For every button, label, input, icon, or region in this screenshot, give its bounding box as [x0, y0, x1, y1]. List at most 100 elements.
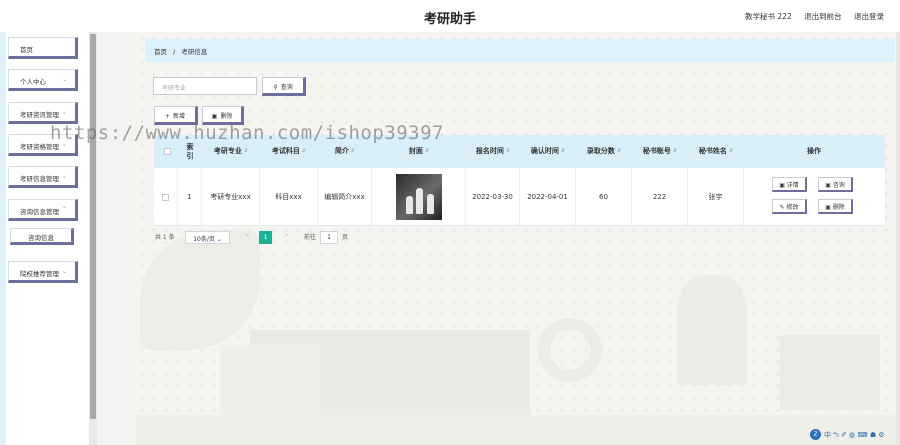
- consult-icon: ▣: [825, 182, 831, 189]
- sidebar-item-label: 考研资讯管理: [20, 111, 59, 119]
- header-cover[interactable]: 封面 ⇵: [372, 135, 466, 168]
- edit-button[interactable]: ✎ 修改: [772, 199, 807, 214]
- cell-cover: [372, 168, 466, 226]
- prev-page-button[interactable]: <: [245, 232, 250, 239]
- header-label: 考试科目: [271, 147, 300, 155]
- header-label: 简介: [334, 147, 349, 155]
- consult-button-label: 咨询: [832, 182, 845, 189]
- cell-intro: 编辑简介xxx: [318, 168, 372, 226]
- chevron-up-icon: ⌃: [61, 206, 67, 213]
- header-intro[interactable]: 简介 ⇵: [318, 135, 372, 168]
- sort-icon[interactable]: ⇵: [244, 147, 248, 156]
- header-confirm-time[interactable]: 确认时间 ⇵: [520, 135, 576, 168]
- add-button[interactable]: + 新增: [154, 106, 198, 125]
- ime-logo-icon: Z: [810, 429, 821, 440]
- page-size-select[interactable]: 10条/页 ⌄: [185, 231, 230, 244]
- sidebar-scroll-thumb[interactable]: [90, 34, 96, 419]
- sidebar-item-news-management[interactable]: 考研资讯管理 ⌄: [8, 102, 78, 124]
- header-select-all[interactable]: [156, 135, 178, 168]
- chevron-down-icon: ⌄: [61, 141, 67, 148]
- sidebar-item-label: 考研信息管理: [20, 175, 59, 183]
- sidebar-item-home[interactable]: 首页: [8, 37, 78, 59]
- chess-piece-icon: [426, 194, 434, 214]
- add-button-label: 新增: [173, 113, 186, 120]
- sidebar-item-label: 咨询信息管理: [20, 208, 59, 216]
- breadcrumb-current: 考研信息: [181, 48, 208, 56]
- chevron-down-icon: ⌄: [216, 236, 222, 243]
- sidebar-item-consult-management[interactable]: 咨询信息管理 ⌃: [8, 199, 78, 221]
- sort-icon[interactable]: ⇵: [506, 147, 510, 156]
- sidebar-item-info-management[interactable]: 考研信息管理 ⌄: [8, 166, 78, 188]
- sort-icon[interactable]: ⇵: [617, 147, 621, 156]
- top-header: 考研助手 教学秘书 222 退出到前台 退出登录: [0, 0, 900, 32]
- data-table: 索引 考研专业 ⇵ 考试科目 ⇵ 简介 ⇵ 封面 ⇵ 报名时间 ⇵ 确认时间 ⇵ 录取分数 ⇵…: [154, 135, 885, 226]
- breadcrumb-home[interactable]: 首页: [154, 48, 167, 56]
- cell-secretary-name: 张宇: [688, 168, 744, 226]
- sort-icon[interactable]: ⇵: [425, 147, 429, 156]
- header-subject[interactable]: 考试科目 ⇵: [260, 135, 318, 168]
- ime-toolbar[interactable]: Z 中 ⁴₅ ✐ ◍ ⌨ ☗ ⚙: [810, 428, 898, 441]
- search-input[interactable]: 考研专业: [153, 77, 257, 95]
- cell-actions: ▣ 详情 ▣ 咨询 ✎ 修改 ▣ 删除: [744, 168, 884, 226]
- trash-icon: ▣: [825, 204, 831, 211]
- sidebar-item-personal-center[interactable]: 个人中心 ⌄: [8, 69, 78, 91]
- row-select[interactable]: [154, 168, 178, 226]
- delete-button[interactable]: ▣ 删除: [202, 106, 244, 125]
- decor-floor: [136, 415, 900, 445]
- row-delete-button[interactable]: ▣ 删除: [818, 199, 853, 214]
- header-label: 确认时间: [530, 147, 559, 155]
- consult-button[interactable]: ▣ 咨询: [818, 177, 853, 192]
- cell-secretary-account: 222: [632, 168, 688, 226]
- sort-icon[interactable]: ⇵: [561, 147, 565, 156]
- exit-to-front-link[interactable]: 退出到前台: [804, 12, 842, 21]
- detail-button[interactable]: ▣ 详情: [772, 177, 807, 192]
- header-label: 秘书账号: [642, 147, 671, 155]
- goto-page-input[interactable]: 1: [320, 231, 338, 244]
- chess-piece-icon: [415, 188, 423, 214]
- sidebar-subitem-consult-info[interactable]: 咨询信息: [10, 228, 74, 245]
- cover-image[interactable]: [395, 174, 442, 220]
- sidebar-subitem-label: 咨询信息: [28, 234, 54, 242]
- sort-icon[interactable]: ⇵: [673, 147, 677, 156]
- decor-box: [220, 345, 320, 415]
- header-secretary-name[interactable]: 秘书姓名 ⇵: [688, 135, 744, 168]
- plus-icon: +: [164, 113, 170, 120]
- chevron-down-icon: ⌄: [61, 173, 67, 180]
- sidebar-item-label: 院校推荐管理: [20, 270, 59, 278]
- breadcrumb: 首页 / 考研信息: [145, 39, 895, 62]
- goto-label: 前往: [304, 234, 317, 241]
- sort-icon[interactable]: ⇵: [729, 147, 733, 156]
- search-icon: ⚲: [273, 84, 278, 91]
- page-button-current[interactable]: 1: [259, 231, 272, 244]
- decor-cylinder: [678, 275, 746, 385]
- search-button-label: 查询: [280, 84, 293, 91]
- ime-toolbar-glyphs[interactable]: 中 ⁴₅ ✐ ◍ ⌨ ☗ ⚙: [824, 430, 885, 440]
- header-secretary-account[interactable]: 秘书账号 ⇵: [632, 135, 688, 168]
- header-signup-time[interactable]: 报名时间 ⇵: [466, 135, 520, 168]
- logout-link[interactable]: 退出登录: [854, 12, 884, 21]
- user-name-link[interactable]: 教学秘书 222: [745, 12, 792, 21]
- detail-icon: ▣: [779, 182, 785, 189]
- detail-button-label: 详情: [786, 182, 799, 189]
- header-actions: 操作: [744, 135, 884, 168]
- main-scrollbar[interactable]: [896, 32, 900, 445]
- checkbox[interactable]: [162, 193, 169, 201]
- cell-major: 考研专业xxx: [202, 168, 260, 226]
- header-label: 考研专业: [213, 147, 242, 155]
- table-row: 1 考研专业xxx 科目xxx 编辑简介xxx 2022-03-30 2022-…: [154, 168, 885, 226]
- sidebar-item-school-recommend-management[interactable]: 院校推荐管理 ⌄: [8, 261, 78, 283]
- header-label: 封面: [408, 147, 423, 155]
- sort-icon[interactable]: ⇵: [351, 147, 355, 156]
- header-major[interactable]: 考研专业 ⇵: [202, 135, 260, 168]
- sidebar-item-qualification-management[interactable]: 考研资格管理 ⌄: [8, 134, 78, 156]
- trash-icon: ▣: [211, 113, 218, 120]
- sort-icon[interactable]: ⇵: [302, 147, 306, 156]
- header-index: 索引: [180, 135, 200, 168]
- header-score[interactable]: 录取分数 ⇵: [576, 135, 632, 168]
- header-label: 报名时间: [475, 147, 504, 155]
- checkbox[interactable]: [163, 148, 171, 155]
- next-page-button[interactable]: >: [284, 232, 289, 239]
- search-button[interactable]: ⚲ 查询: [262, 77, 306, 96]
- header-label: 秘书姓名: [698, 147, 727, 155]
- header-label: 操作: [807, 147, 821, 155]
